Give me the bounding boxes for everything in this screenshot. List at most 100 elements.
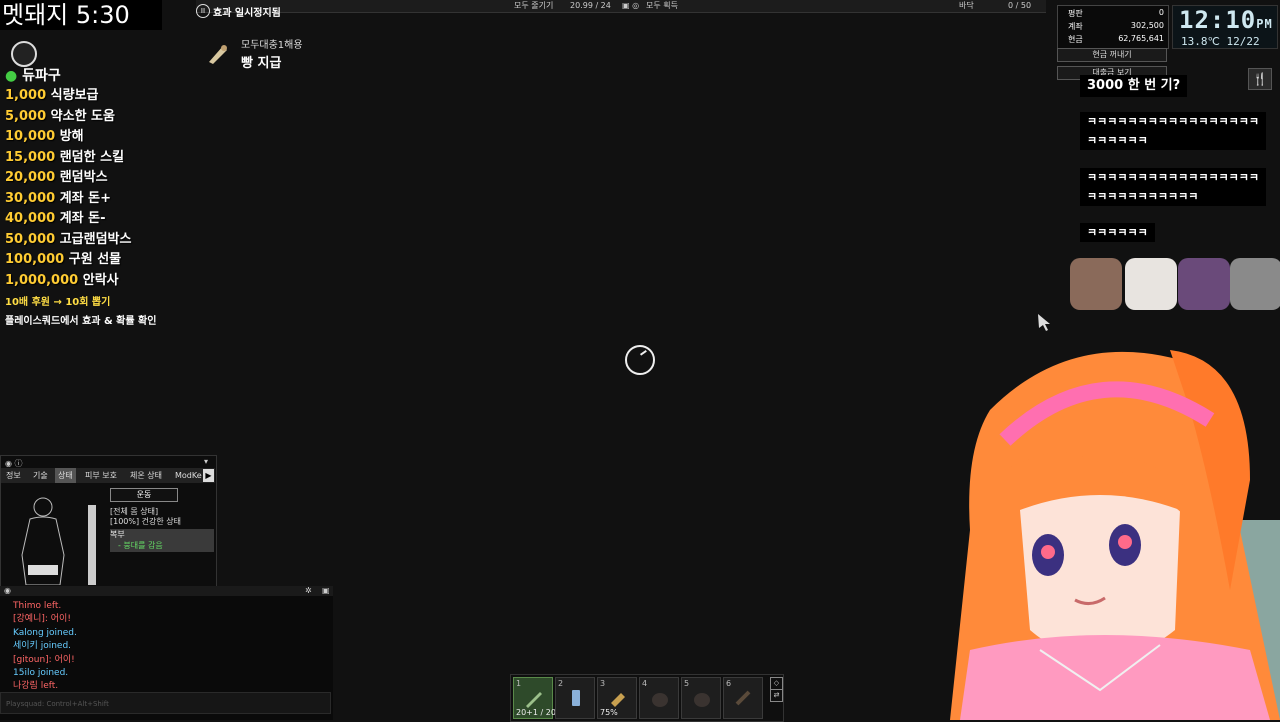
viewer-avatar-3	[1178, 258, 1230, 310]
collect-all-left[interactable]: 모두 줄기기	[514, 0, 553, 12]
donation-amount: 10,000	[5, 129, 56, 144]
chat-input[interactable]: Playsquad: Control+Alt+Shift	[0, 692, 331, 714]
donation-item: 30,000 계좌 돈+	[5, 189, 245, 210]
donation-amount: 5,000	[5, 108, 47, 124]
chat-log-line: [강예니]: 어이!	[13, 614, 71, 625]
timer-label: 멧돼지 5:30	[0, 0, 162, 30]
status-value: 62,765,641	[1118, 34, 1164, 43]
donation-note-info: 플레이스쿼드에서 효과 & 확률 확인	[5, 316, 157, 327]
donation-item: 100,000 구원 선물	[5, 250, 245, 271]
belt-icon	[735, 690, 751, 706]
donation-label: 식량보급	[50, 88, 99, 103]
tab-5[interactable]: ModKe	[172, 468, 205, 483]
utensils-icon[interactable]: 🍴	[1248, 68, 1272, 90]
donation-amount: 20,000	[5, 170, 56, 185]
donation-label: 랜덤박스	[59, 170, 108, 185]
hotbar-slot-5[interactable]: 5	[681, 677, 721, 719]
bag-icon	[694, 693, 710, 707]
body-silhouette	[21, 497, 65, 585]
donation-amount: 1,000,000	[5, 272, 79, 288]
chat-bubble-line: 3000 한 번 기?	[1087, 78, 1181, 93]
hotbar-slot-6[interactable]: 6	[723, 677, 763, 719]
chat-log-line: 세이키 joined.	[13, 641, 72, 652]
pause-icon[interactable]: II	[196, 4, 210, 18]
slot-count: 75%	[600, 708, 618, 717]
chat-bubble: 3000 한 번 기?	[1080, 75, 1188, 97]
donation-label: 안락사	[82, 272, 119, 288]
panel-collapse-icon[interactable]: ▾	[204, 457, 208, 466]
slot-count: 20+1 / 20	[516, 708, 556, 717]
collect-all-right[interactable]: 모두 획득	[646, 0, 678, 12]
chat-bubble: ㅋㅋㅋㅋㅋㅋㅋㅋㅋㅋㅋㅋㅋㅋㅋㅋㅋ ㅋㅋㅋㅋㅋㅋㅋㅋㅋㅋㅋ	[1080, 168, 1267, 206]
status-label: 현금	[1068, 35, 1083, 44]
status-label: 평판	[1068, 9, 1083, 18]
chat-log-line: 15ilo joined.	[13, 668, 69, 679]
bag-icon	[652, 693, 668, 707]
chat-settings-icon[interactable]: ◉	[4, 586, 11, 595]
exercise-button[interactable]: 운동	[110, 488, 178, 502]
viewer-avatar-1	[1070, 258, 1122, 310]
bread-icon	[209, 45, 227, 64]
chat-bubble: ㅋㅋㅋㅋㅋㅋㅋㅋㅋㅋㅋㅋㅋㅋㅋㅋㅋ ㅋㅋㅋㅋㅋㅋ	[1080, 112, 1267, 150]
chat-gear-icon[interactable]: ✲	[305, 586, 312, 595]
tab-2[interactable]: 상태	[55, 468, 76, 483]
donation-item: 1,000,000 안락사	[5, 271, 245, 292]
chat-log-line: Kalong joined.	[13, 627, 77, 638]
donation-amount: 1,000	[5, 88, 47, 103]
clock-panel: 12:10PM 13.8℃ 12/22	[1172, 5, 1278, 49]
status-circle-icon	[11, 41, 37, 67]
donation-item: 40,000 계좌 돈-	[5, 209, 245, 230]
container-progress: 20.99 / 24	[570, 1, 611, 10]
cash-withdraw-button[interactable]: 현금 꺼내기	[1057, 48, 1167, 62]
container-icon: ▣ ◎	[622, 1, 640, 10]
donation-item: 10,000 방해	[5, 127, 245, 148]
tab-next-arrow-icon[interactable]: ▶	[203, 469, 214, 482]
slot-number: 1	[516, 679, 522, 688]
donation-label: 약소한 도움	[50, 108, 115, 124]
donation-note-multiplier: 10배 후원 → 10회 뽑기	[5, 297, 111, 308]
tab-1[interactable]: 기술	[30, 468, 51, 483]
viewer-avatar-2	[1125, 258, 1177, 310]
hotbar-slot-4[interactable]: 4	[639, 677, 679, 719]
chat-log: ◉ ✲ ▣ Thimo left. [강예니]: 어이! Kalong joined…	[0, 586, 333, 720]
viewer-avatar-4	[1230, 258, 1280, 310]
hotbar-slot-1[interactable]: 1 20+1 / 20	[513, 677, 556, 719]
donation-item: 15,000 랜덤한 스킬	[5, 148, 245, 169]
tab-4[interactable]: 체온 상태	[127, 468, 165, 483]
hotbar-slot-3[interactable]: 3 75%	[597, 677, 637, 719]
floor-label: 바닥	[959, 1, 974, 10]
chat-bubble-line: ㅋㅋㅋㅋㅋㅋㅋㅋㅋㅋㅋㅋㅋㅋㅋㅋㅋ	[1087, 115, 1260, 128]
abdomen-status[interactable]: 복부 - 붕대를 감음	[110, 529, 214, 552]
floor-capacity: 0 / 50	[1008, 1, 1032, 10]
chat-bubble-line: ㅋㅋㅋㅋㅋㅋㅋㅋㅋㅋㅋ	[1087, 190, 1199, 203]
chat-lock-icon[interactable]: ▣	[322, 586, 330, 595]
phone-icon	[572, 690, 580, 706]
donation-item: 20,000 랜덤박스	[5, 168, 245, 189]
hotbar-swap-icon[interactable]: ⇄	[770, 689, 783, 702]
flashlight-icon	[611, 693, 625, 707]
pause-label: 효과 일시정지됨	[213, 8, 281, 19]
chat-bubble-line: ㅋㅋㅋㅋㅋㅋ	[1087, 226, 1148, 239]
hotbar-slot-2[interactable]: 2	[555, 677, 595, 719]
hotbar: 1 20+1 / 20 2 3 75% 4 5 6 ◇ ⇄	[510, 674, 784, 722]
chat-bubble: ㅋㅋㅋㅋㅋㅋ	[1080, 223, 1155, 242]
donation-label: 계좌 돈+	[59, 190, 112, 206]
vtuber-avatar	[950, 350, 1280, 720]
slot-number: 5	[684, 679, 690, 688]
donation-label: 구원 선물	[68, 252, 122, 267]
donation-label: 랜덤한 스킬	[59, 149, 125, 165]
loading-cursor-icon	[625, 345, 655, 375]
tab-3[interactable]: 피부 보호	[82, 468, 120, 483]
donation-label: 고급랜덤박스	[59, 231, 132, 247]
slot-number: 6	[726, 679, 732, 688]
chat-bubble-line: ㅋㅋㅋㅋㅋㅋㅋㅋㅋㅋㅋㅋㅋㅋㅋㅋㅋ	[1087, 171, 1260, 184]
tab-0[interactable]: 정보	[3, 468, 24, 483]
chat-log-line: [gitoun]: 어이!	[13, 654, 75, 665]
status-value: 0	[1158, 8, 1164, 17]
money-status-panel: 평판 0 계좌 302,500 현금 62,765,641	[1057, 5, 1169, 49]
status-value: 302,500	[1130, 21, 1164, 30]
character-tabs: 정보 기술 상태 피부 보호 체온 상태 ModKe	[1, 468, 215, 483]
chat-log-header: ◉ ✲ ▣	[0, 586, 333, 596]
donation-amount: 50,000	[5, 231, 56, 247]
donation-menu: ● 듀파구 1,000 식량보급 5,000 약소한 도움 10,000 방해 15,…	[5, 66, 245, 327]
